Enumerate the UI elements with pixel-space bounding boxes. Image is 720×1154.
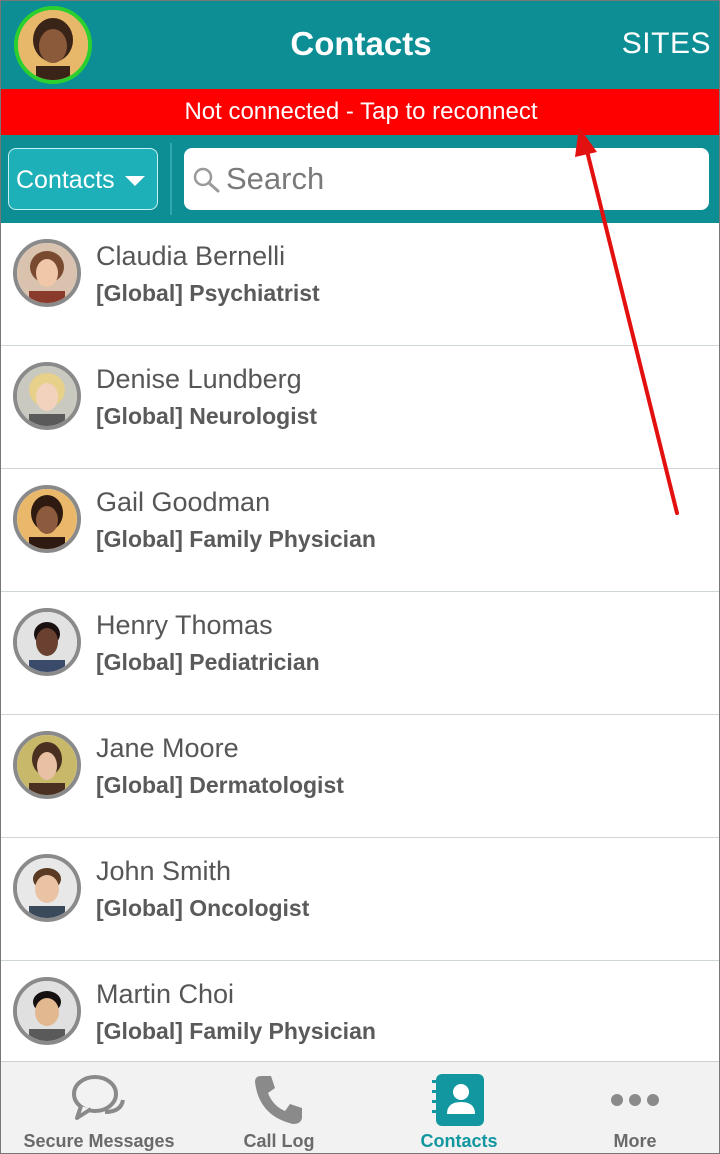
list-item[interactable]: Gail Goodman [Global] Family Physician <box>1 469 719 592</box>
tab-call-log[interactable]: Call Log <box>181 1062 377 1153</box>
list-item[interactable]: Claudia Bernelli [Global] Psychiatrist <box>1 223 719 346</box>
contact-name: Gail Goodman <box>96 487 271 517</box>
tab-label: Call Log <box>243 1131 315 1151</box>
filter-bar: Contacts <box>1 135 719 223</box>
contact-name: John Smith <box>96 856 232 886</box>
contact-name: Jane Moore <box>96 733 239 763</box>
contact-role: [Global] Dermatologist <box>96 772 344 798</box>
tab-contacts[interactable]: Contacts <box>361 1062 557 1153</box>
avatar <box>13 362 81 430</box>
contact-name: Martin Choi <box>96 979 235 1009</box>
dropdown-label: Contacts <box>16 166 115 194</box>
search-input[interactable] <box>226 155 696 203</box>
list-item[interactable]: Henry Thomas [Global] Pediatrician <box>1 592 719 715</box>
list-item[interactable]: Martin Choi [Global] Family Physician <box>1 961 719 1061</box>
contact-name: Denise Lundberg <box>96 364 302 394</box>
tab-bar: Secure Messages Call Log Contacts More <box>1 1061 719 1153</box>
list-item[interactable]: Jane Moore [Global] Dermatologist <box>1 715 719 838</box>
contact-role: [Global] Psychiatrist <box>96 280 320 306</box>
caret-down-icon <box>125 176 145 186</box>
list-item[interactable]: Denise Lundberg [Global] Neurologist <box>1 346 719 469</box>
tab-more[interactable]: More <box>537 1062 719 1153</box>
contact-name: Claudia Bernelli <box>96 241 286 271</box>
tab-label: More <box>613 1131 657 1151</box>
contact-role: [Global] Family Physician <box>96 526 376 552</box>
avatar <box>13 608 81 676</box>
contact-name: Henry Thomas <box>96 610 273 640</box>
contact-role: [Global] Neurologist <box>96 403 318 429</box>
avatar <box>13 731 81 799</box>
more-dots-icon <box>611 1094 659 1106</box>
avatar <box>13 854 81 922</box>
tab-label: Secure Messages <box>23 1131 175 1151</box>
tab-label: Contacts <box>420 1131 498 1151</box>
search-icon <box>193 167 220 193</box>
contact-role: [Global] Oncologist <box>96 895 310 921</box>
app-frame: Contacts SITES Not connected - Tap to re… <box>0 0 720 1154</box>
sites-button[interactable]: SITES <box>622 27 711 61</box>
page-title: Contacts <box>290 25 432 62</box>
contacts-filter-dropdown[interactable]: Contacts <box>8 148 158 210</box>
divider <box>170 143 172 215</box>
contacts-list: Claudia Bernelli [Global] Psychiatrist D… <box>1 223 719 1061</box>
tab-secure-messages[interactable]: Secure Messages <box>1 1062 197 1153</box>
avatar <box>13 977 81 1045</box>
search-box[interactable] <box>184 148 709 210</box>
contact-role: [Global] Pediatrician <box>96 649 320 675</box>
phone-icon <box>255 1076 302 1124</box>
avatar <box>13 239 81 307</box>
chat-bubbles-icon <box>72 1075 125 1120</box>
contacts-book-icon <box>432 1074 484 1126</box>
reconnect-banner[interactable]: Not connected - Tap to reconnect <box>1 89 719 135</box>
list-item[interactable]: John Smith [Global] Oncologist <box>1 838 719 961</box>
app-header: Contacts SITES <box>1 1 719 89</box>
avatar <box>13 485 81 553</box>
contact-role: [Global] Family Physician <box>96 1018 376 1044</box>
